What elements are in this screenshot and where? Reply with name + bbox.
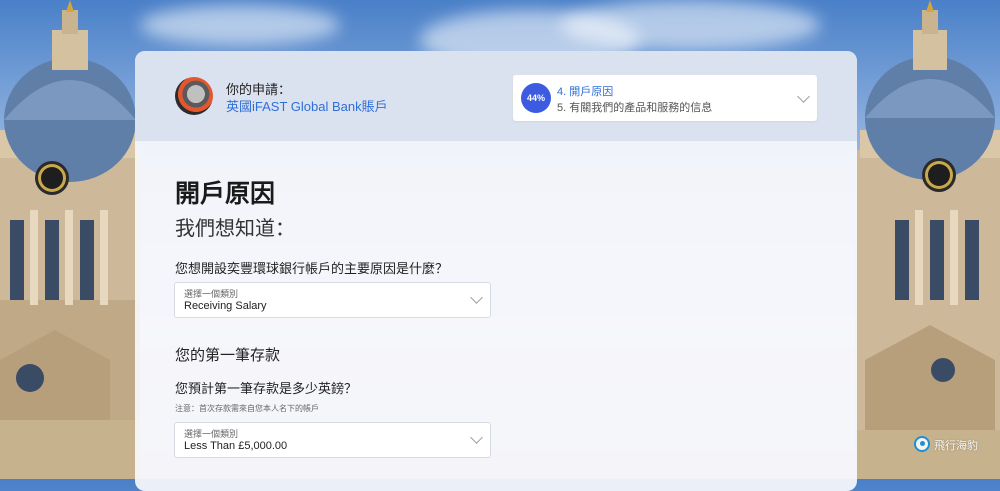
first-deposit-select[interactable]: 選擇一個類別 Less Than £5,000.00 xyxy=(174,422,491,458)
application-card: 你的申請： 英國iFAST Global Bank賬戶 44% 4. 開戶原因 … xyxy=(135,51,857,491)
chevron-down-icon xyxy=(470,431,483,444)
select-label: 選擇一個類別 xyxy=(184,429,239,439)
watermark-text: 飛行海豹 xyxy=(934,440,978,452)
chevron-down-icon xyxy=(470,291,483,304)
first-deposit-note: 注意：首次存款需來自您本人名下的帳戶 xyxy=(175,404,319,413)
progress-dropdown[interactable]: 44% 4. 開戶原因 5. 有關我們的產品和服務的信息 xyxy=(513,75,817,121)
progress-percent-badge: 44% xyxy=(521,83,551,113)
application-header: 你的申請： 英國iFAST Global Bank賬戶 44% 4. 開戶原因 … xyxy=(135,51,857,141)
select-label: 選擇一個類別 xyxy=(184,289,239,299)
building-left-image xyxy=(0,0,140,479)
page-subtitle: 我們想知道： xyxy=(175,218,295,240)
first-deposit-section-title: 您的第一筆存款 xyxy=(175,347,281,364)
application-account-name: 英國iFAST Global Bank賬戶 xyxy=(226,99,388,114)
page-title: 開戶原因 xyxy=(175,180,276,208)
current-step-label: 4. 開戶原因 xyxy=(557,86,614,98)
select-value: Receiving Salary xyxy=(184,300,267,312)
avatar xyxy=(175,77,213,115)
account-reason-select[interactable]: 選擇一個類別 Receiving Salary xyxy=(174,282,491,318)
watermark-logo-icon xyxy=(914,436,930,452)
account-reason-question: 您想開設奕豐環球銀行帳戶的主要原因是什麼？ xyxy=(175,261,449,276)
select-value: Less Than £5,000.00 xyxy=(184,440,288,452)
background-cloud xyxy=(560,0,820,50)
building-right-image xyxy=(855,0,1000,479)
chevron-down-icon[interactable] xyxy=(797,90,810,103)
next-step-label: 5. 有關我們的產品和服務的信息 xyxy=(557,102,713,114)
background-cloud xyxy=(140,5,340,45)
first-deposit-question: 您預計第一筆存款是多少英鎊？ xyxy=(175,381,358,396)
